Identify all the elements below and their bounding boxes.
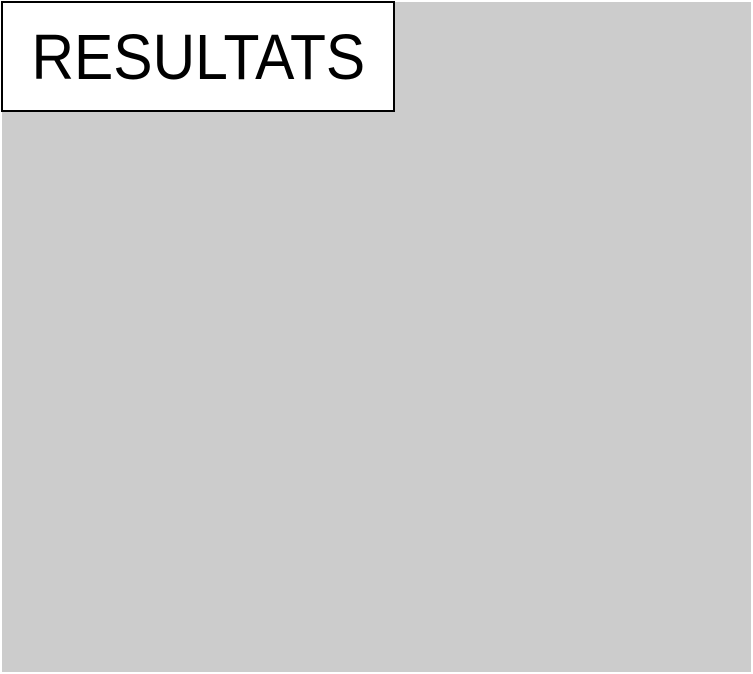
title-box: RESULTATS [1, 1, 395, 112]
page-title: RESULTATS [31, 20, 365, 93]
